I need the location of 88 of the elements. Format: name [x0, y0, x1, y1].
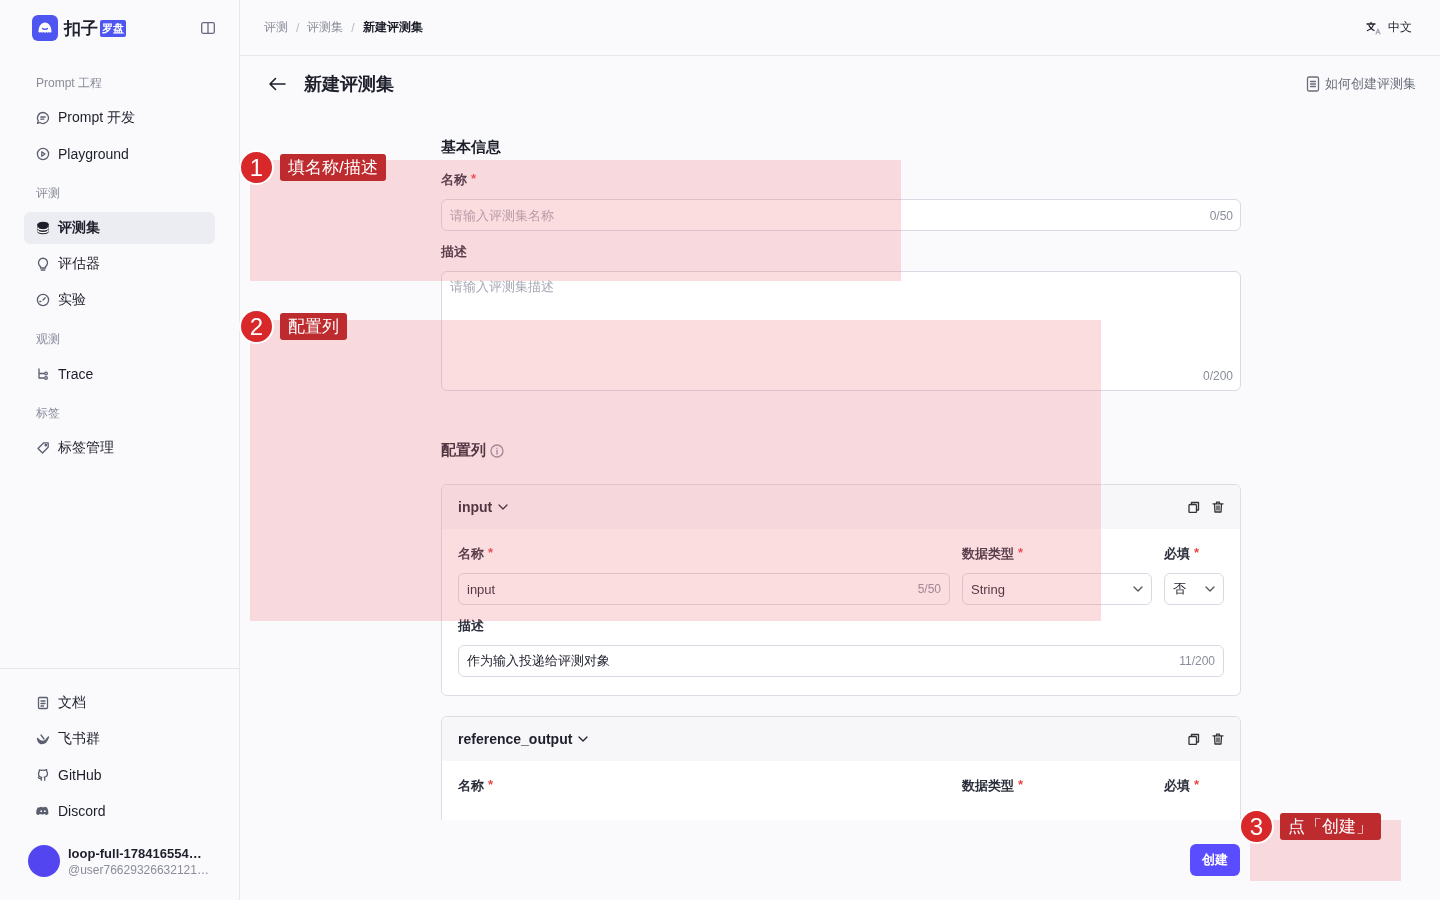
field-label: 必填: [1164, 777, 1190, 795]
game-controller-icon: [36, 804, 50, 818]
copy-button[interactable]: [1188, 501, 1200, 513]
breadcrumb-separator: /: [351, 20, 355, 35]
character-count: 0/200: [1202, 369, 1233, 383]
field-label: 数据类型: [962, 545, 1014, 563]
sidebar-link[interactable]: GitHub: [24, 759, 215, 791]
document-icon: [36, 696, 50, 710]
field-label: 名称: [441, 171, 467, 189]
callout-label: 配置列: [280, 313, 347, 340]
character-count: 0/50: [1209, 209, 1233, 223]
section-heading: 基本信息: [441, 138, 502, 157]
delete-button[interactable]: [1212, 501, 1224, 513]
section-title: Prompt 工程: [35, 75, 103, 92]
required-select[interactable]: 否: [1164, 573, 1224, 605]
logo-icon: [32, 15, 58, 41]
sidebar-link[interactable]: 飞书群: [24, 723, 215, 755]
field-label: 描述: [458, 617, 484, 635]
sidebar-item[interactable]: 实验: [24, 284, 215, 316]
play-circle-icon: [36, 147, 50, 161]
gauge-icon: [36, 293, 50, 307]
bird-icon: [36, 732, 50, 746]
page-title: 新建评测集: [304, 73, 394, 96]
sidebar-item[interactable]: 标签管理: [24, 432, 215, 464]
required-mark: *: [488, 777, 494, 794]
chevron-down-icon: [1133, 586, 1143, 592]
breadcrumb-separator: /: [296, 20, 300, 35]
sidebar-item[interactable]: Trace: [24, 358, 215, 390]
required-mark: *: [1194, 545, 1200, 562]
arrow-left-icon: [268, 77, 286, 91]
section-title: 标签: [35, 405, 61, 422]
callout-label: 填名称/描述: [280, 154, 386, 181]
column-toggle[interactable]: reference_output: [458, 731, 589, 747]
sidebar-item[interactable]: Prompt 开发: [24, 102, 215, 134]
chevron-down-icon: [578, 734, 589, 744]
character-count: 11/200: [1179, 654, 1215, 668]
avatar[interactable]: [28, 845, 60, 877]
description-field[interactable]: 作为输入投递给评测对象 11/200: [458, 645, 1224, 677]
required-mark: *: [1018, 777, 1024, 794]
section-heading: 配置列: [441, 441, 486, 460]
trash-icon: [1212, 733, 1224, 745]
copy-icon: [1188, 501, 1200, 513]
database-icon: [36, 221, 50, 235]
tag-icon: [36, 441, 50, 455]
field-label: 必填: [1164, 545, 1190, 563]
create-button[interactable]: 创建: [1190, 844, 1240, 876]
sidebar-link[interactable]: Discord: [24, 795, 215, 827]
github-icon: [36, 768, 50, 782]
chevron-down-icon: [498, 502, 509, 512]
field-label: 名称: [458, 777, 484, 795]
user-name: loop-full-178416554…: [68, 845, 203, 861]
section-title: 评测: [35, 185, 61, 202]
logo-badge: 罗盘: [100, 19, 126, 37]
language-menu[interactable]: 中文: [1366, 19, 1412, 36]
sidebar-toggle-icon: [201, 22, 215, 34]
copy-button[interactable]: [1188, 733, 1200, 745]
sidebar-link[interactable]: 文档: [24, 687, 215, 719]
required-mark: *: [471, 171, 477, 188]
trash-icon: [1212, 501, 1224, 513]
chat-bubble-icon: [36, 111, 50, 125]
tree-icon: [36, 367, 50, 381]
sidebar-item[interactable]: 评测集: [24, 212, 215, 244]
character-count: 5/50: [917, 582, 941, 596]
field-label: 名称: [458, 545, 484, 563]
user-handle: @user76629326632121…: [68, 862, 209, 877]
section-title: 观测: [35, 331, 61, 348]
translate-icon: [1366, 20, 1382, 35]
type-select[interactable]: String: [962, 573, 1152, 605]
name-field[interactable]: input 5/50: [458, 573, 950, 605]
info-icon: [490, 443, 504, 458]
chevron-down-icon: [1205, 586, 1215, 592]
field-label: 描述: [441, 243, 467, 261]
step-number: 2: [239, 309, 274, 344]
logo-text: 扣子: [64, 17, 98, 40]
help-link[interactable]: 如何创建评测集: [1306, 75, 1416, 93]
field-label: 数据类型: [962, 777, 1014, 795]
sidebar-item[interactable]: 评估器: [24, 248, 215, 280]
delete-button[interactable]: [1212, 733, 1224, 745]
copy-icon: [1188, 733, 1200, 745]
required-mark: *: [488, 545, 494, 562]
step-number: 1: [239, 150, 274, 185]
sidebar-item[interactable]: Playground: [24, 138, 215, 170]
callout-label: 点「创建」: [1280, 813, 1381, 840]
required-mark: *: [1194, 777, 1200, 794]
bulb-icon: [36, 257, 50, 271]
document-icon: [1306, 76, 1320, 92]
column-toggle[interactable]: input: [458, 499, 509, 515]
required-mark: *: [1018, 545, 1024, 562]
